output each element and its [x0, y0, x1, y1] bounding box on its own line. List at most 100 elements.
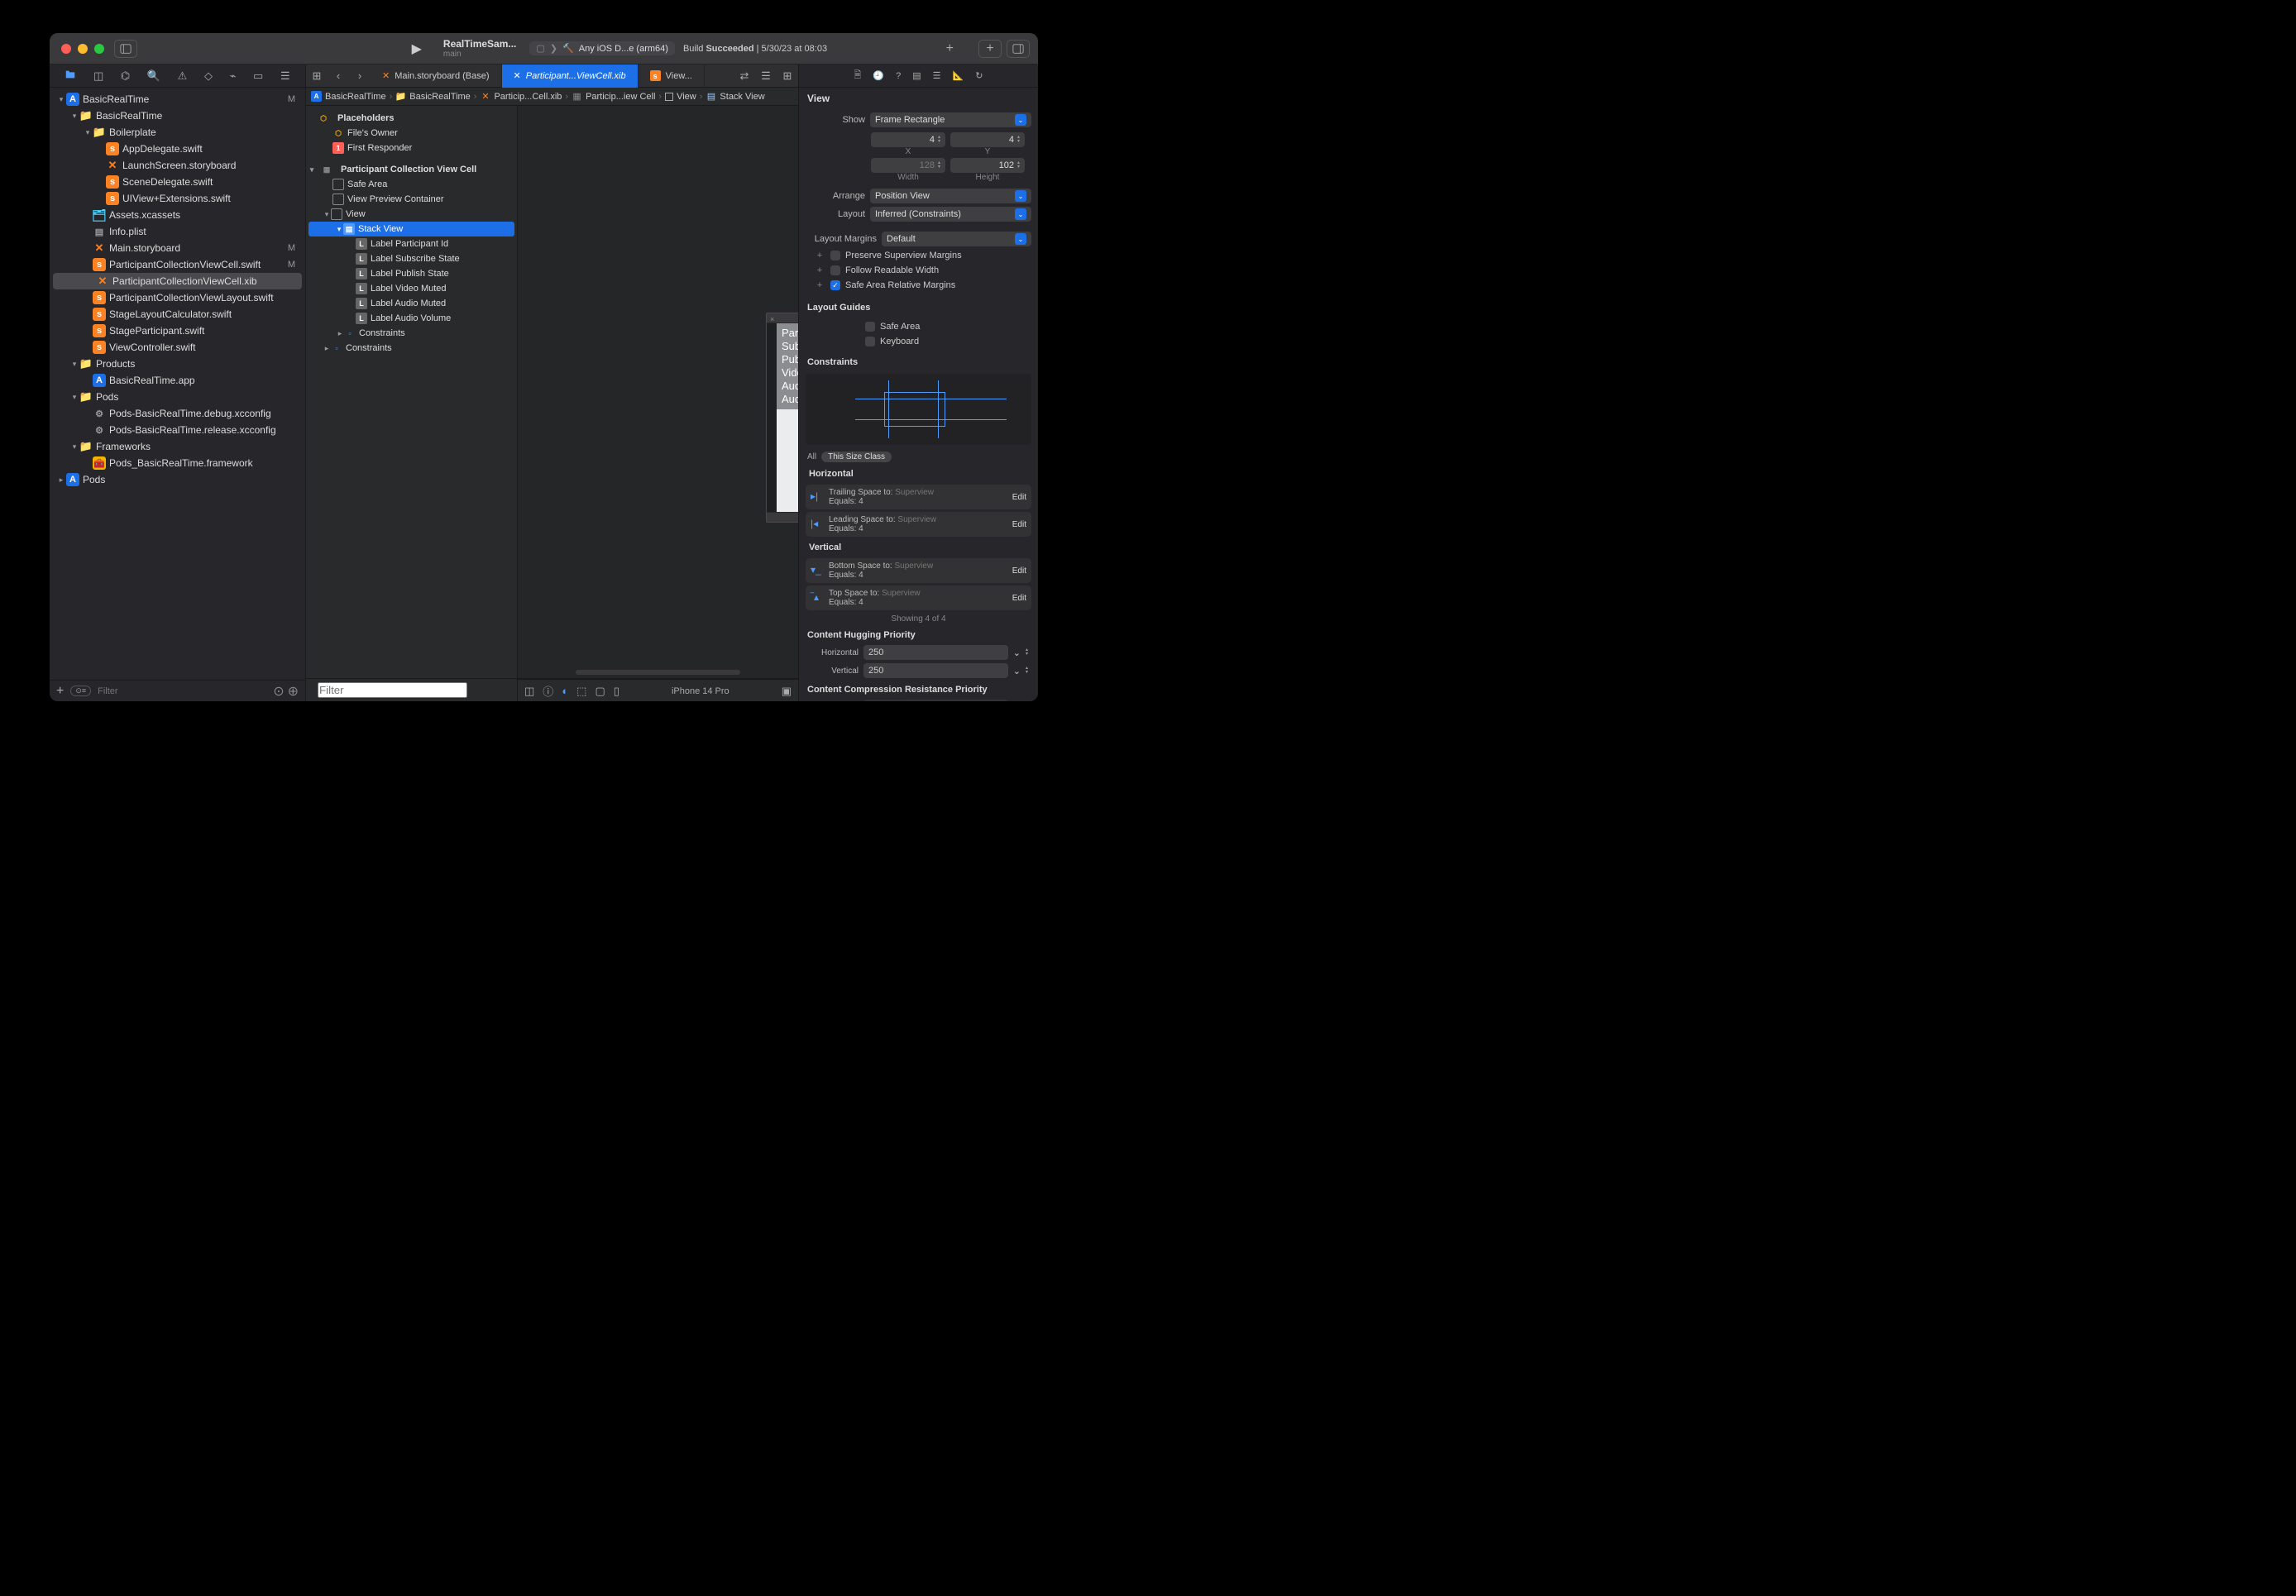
add-file-button[interactable]: + [56, 684, 64, 699]
cell-content-view[interactable]: Participant ID Subscribing Published Vid… [777, 323, 798, 512]
run-button[interactable]: ▶ [405, 41, 428, 57]
scm-filter-button[interactable]: ⊕ [288, 683, 299, 700]
edit-constraint-button[interactable]: Edit [1012, 566, 1026, 576]
label-audio-muted[interactable]: Audio Muted: false [782, 380, 798, 393]
file-tree-item[interactable]: ▾📁BasicRealTime [50, 108, 305, 124]
constraints-filter-this-size-class[interactable]: This Size Class [821, 452, 892, 462]
constraints-filter-all[interactable]: All [807, 452, 816, 461]
adjust-editor-options-button[interactable]: ⇄ [734, 69, 755, 83]
safe-area-relative-margins-checkbox[interactable]: ✓ [830, 280, 840, 290]
go-back-button[interactable]: ‹ [328, 69, 349, 82]
arrange-select[interactable]: Position View⌄ [870, 189, 1031, 203]
recent-filter-button[interactable]: ⊙ [273, 683, 284, 700]
identity-inspector-tab[interactable]: ▤ [912, 70, 921, 81]
edit-constraint-button[interactable]: Edit [1012, 520, 1026, 529]
project-navigator-tree[interactable]: ▾ABasicRealTimeM▾📁BasicRealTime▾📁Boilerp… [50, 88, 305, 680]
outline-filter-input[interactable] [318, 682, 467, 698]
disclosure-triangle[interactable]: ▾ [69, 360, 79, 369]
document-outline[interactable]: ⬡Placeholders ⬡File's Owner 1First Respo… [306, 106, 518, 678]
disclosure-triangle[interactable]: ▾ [69, 112, 79, 121]
constraint-bottom[interactable]: ▾_ Bottom Space to: SuperviewEquals: 4 E… [806, 558, 1031, 583]
width-field[interactable]: 128▴▾ [871, 158, 945, 173]
interface-builder-canvas[interactable]: × Participant ID Subscribing Published V… [518, 106, 798, 678]
appearance-button[interactable]: ◐ [562, 685, 568, 697]
breakpoint-navigator-tab[interactable]: ▭ [253, 69, 263, 83]
scheme-selector[interactable]: ▢ ❯ 🔨 Any iOS D...e (arm64) [529, 41, 675, 55]
follow-readable-width-checkbox[interactable] [830, 265, 840, 275]
maximize-window-button[interactable] [94, 44, 104, 54]
file-tree-item[interactable]: 🧰Pods_BasicRealTime.framework [50, 455, 305, 471]
file-tree-item[interactable]: ⚙Pods-BasicRealTime.release.xcconfig [50, 422, 305, 438]
file-tree-item[interactable]: 🗂Assets.xcassets [50, 207, 305, 223]
label-participant-id[interactable]: Participant ID [782, 327, 798, 340]
file-tree-item[interactable]: ▾📁Frameworks [50, 438, 305, 455]
file-tree-item[interactable]: ⚙Pods-BasicRealTime.debug.xcconfig [50, 405, 305, 422]
preserve-superview-margins-checkbox[interactable] [830, 251, 840, 260]
label-published[interactable]: Published [782, 353, 798, 366]
disclosure-triangle[interactable]: ▾ [69, 442, 79, 452]
canvas-minimap-button[interactable]: ▣ [782, 685, 792, 698]
attributes-inspector-tab[interactable]: ☰ [933, 70, 941, 81]
size-inspector-tab[interactable]: 📐 [953, 70, 964, 81]
file-tree-item[interactable]: ✕ParticipantCollectionViewCell.xib [53, 273, 302, 289]
stack-view-overlay[interactable]: Participant ID Subscribing Published Vid… [777, 323, 798, 409]
toggle-right-sidebar-button[interactable] [1007, 40, 1030, 58]
device-button[interactable]: ▯ [614, 685, 619, 698]
close-window-button[interactable] [61, 44, 71, 54]
go-forward-button[interactable]: › [349, 69, 371, 82]
symbol-navigator-tab[interactable]: ⌬ [121, 69, 130, 83]
device-orientation-button[interactable]: ▢ [595, 685, 605, 698]
source-control-navigator-tab[interactable]: ◫ [93, 69, 103, 83]
tab-viewcontroller-swift[interactable]: sView... [639, 65, 705, 88]
file-tree-item[interactable]: ✕Main.storyboardM [50, 240, 305, 256]
safe-area-guide-checkbox[interactable] [865, 322, 875, 332]
file-tree-item[interactable]: ▾ABasicRealTimeM [50, 91, 305, 108]
constraints-diagram[interactable] [806, 374, 1031, 445]
file-tree-item[interactable]: sStageParticipant.swift [50, 323, 305, 339]
device-label[interactable]: iPhone 14 Pro [672, 686, 729, 696]
file-inspector-tab[interactable]: 🗎 [854, 68, 862, 84]
label-audio-level[interactable]: Audio Level: -100dB [782, 393, 798, 406]
y-field[interactable]: 4▴▾ [950, 132, 1025, 147]
find-navigator-tab[interactable]: 🔍 [147, 69, 160, 83]
minimize-window-button[interactable] [78, 44, 88, 54]
editor-options-button[interactable]: ☰ [755, 69, 777, 83]
activity-status[interactable]: Build Succeeded | 5/30/23 at 08:03 [683, 44, 827, 54]
compression-horizontal-field[interactable]: 750 [863, 700, 1008, 701]
layout-margins-select[interactable]: Default⌄ [882, 232, 1031, 246]
jump-bar[interactable]: ABasicRealTime› 📁BasicRealTime› ✕Partici… [306, 88, 798, 106]
constraint-leading[interactable]: |◂ Leading Space to: SuperviewEquals: 4 … [806, 512, 1031, 537]
file-tree-item[interactable]: ▾📁Pods [50, 389, 305, 405]
tab-main-storyboard[interactable]: ✕Main.storyboard (Base) [371, 65, 502, 88]
height-field[interactable]: 102▴▾ [950, 158, 1025, 173]
file-tree-item[interactable]: ▸APods [50, 471, 305, 488]
disclosure-triangle[interactable]: ▾ [56, 95, 66, 104]
debug-navigator-tab[interactable]: ⌁ [230, 69, 237, 83]
help-inspector-tab[interactable]: ? [896, 71, 901, 81]
hugging-horizontal-field[interactable]: 250 [863, 645, 1008, 660]
show-frame-select[interactable]: Frame Rectangle⌄ [870, 112, 1031, 127]
filter-scope-button[interactable]: ⊙≡ [70, 686, 91, 696]
file-tree-item[interactable]: ▾📁Boilerplate [50, 124, 305, 141]
add-editor-button[interactable]: ⊞ [777, 69, 798, 83]
navigator-filter-input[interactable] [98, 686, 266, 696]
project-navigator-tab[interactable] [65, 69, 76, 83]
preview-button[interactable]: ⓘ [543, 683, 553, 699]
file-tree-item[interactable]: sAppDelegate.swift [50, 141, 305, 157]
related-items-button[interactable]: ⊞ [306, 69, 328, 83]
library-button[interactable]: + [978, 40, 1002, 58]
file-tree-item[interactable]: sViewController.swift [50, 339, 305, 356]
document-outline-toggle-button[interactable]: ◫ [524, 685, 534, 698]
disclosure-triangle[interactable]: ▸ [56, 475, 66, 485]
label-video-muted[interactable]: Video Muted: false [782, 366, 798, 380]
canvas-horizontal-scrollbar[interactable] [576, 670, 740, 675]
edit-constraint-button[interactable]: Edit [1012, 594, 1026, 603]
constraint-trailing[interactable]: ▸| Trailing Space to: SuperviewEquals: 4… [806, 485, 1031, 509]
file-tree-item[interactable]: sSceneDelegate.swift [50, 174, 305, 190]
connections-inspector-tab[interactable]: ↻ [975, 70, 983, 81]
orientation-button[interactable]: ⬚ [576, 685, 586, 698]
file-tree-item[interactable]: ▾📁Products [50, 356, 305, 372]
file-tree-item[interactable]: ✕LaunchScreen.storyboard [50, 157, 305, 174]
label-subscribing[interactable]: Subscribing [782, 340, 798, 353]
issue-navigator-tab[interactable]: ⚠ [178, 69, 188, 83]
